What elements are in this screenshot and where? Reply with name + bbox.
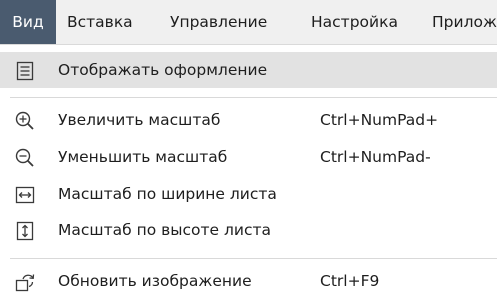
refresh-image-icon xyxy=(15,274,35,292)
menu-separator xyxy=(10,258,497,259)
view-dropdown-menu: Отображать оформление Увеличить масштаб … xyxy=(0,45,497,304)
fit-height-icon xyxy=(16,221,34,241)
menu-item-shortcut: Ctrl+F9 xyxy=(320,272,380,290)
menu-item-shortcut: Ctrl+NumPad+ xyxy=(320,111,439,129)
form-view-icon xyxy=(16,61,34,81)
menu-item-label: Уменьшить масштаб xyxy=(58,148,228,166)
menu-separator xyxy=(10,97,497,98)
menu-item-zoom-out[interactable]: Уменьшить масштаб Ctrl+NumPad- xyxy=(0,139,497,175)
menu-item-fit-height[interactable]: Масштаб по высоте листа xyxy=(0,212,497,248)
fit-width-icon xyxy=(15,186,35,204)
menu-view[interactable]: Вид xyxy=(0,0,56,44)
menu-item-refresh-image[interactable]: Обновить изображение Ctrl+F9 xyxy=(0,263,497,299)
menu-apps[interactable]: Прилож xyxy=(432,0,497,44)
menu-item-shortcut: Ctrl+NumPad- xyxy=(320,148,431,166)
zoom-in-icon xyxy=(15,111,34,130)
menu-item-label: Отображать оформление xyxy=(58,61,268,79)
menu-insert[interactable]: Вставка xyxy=(67,0,133,44)
menu-item-label: Увеличить масштаб xyxy=(58,111,221,129)
menu-item-zoom-in[interactable]: Увеличить масштаб Ctrl+NumPad+ xyxy=(0,102,497,138)
menu-item-label: Масштаб по ширине листа xyxy=(58,185,277,203)
menu-manage[interactable]: Управление xyxy=(170,0,267,44)
menu-item-show-design[interactable]: Отображать оформление xyxy=(0,52,497,88)
menu-item-label: Масштаб по высоте листа xyxy=(58,221,272,239)
menu-item-label: Обновить изображение xyxy=(58,272,252,290)
menu-settings[interactable]: Настройка xyxy=(311,0,398,44)
zoom-out-icon xyxy=(15,148,34,167)
menu-item-fit-width[interactable]: Масштаб по ширине листа xyxy=(0,176,497,212)
menu-bar: Вид Вставка Управление Настройка Прилож xyxy=(0,0,497,45)
